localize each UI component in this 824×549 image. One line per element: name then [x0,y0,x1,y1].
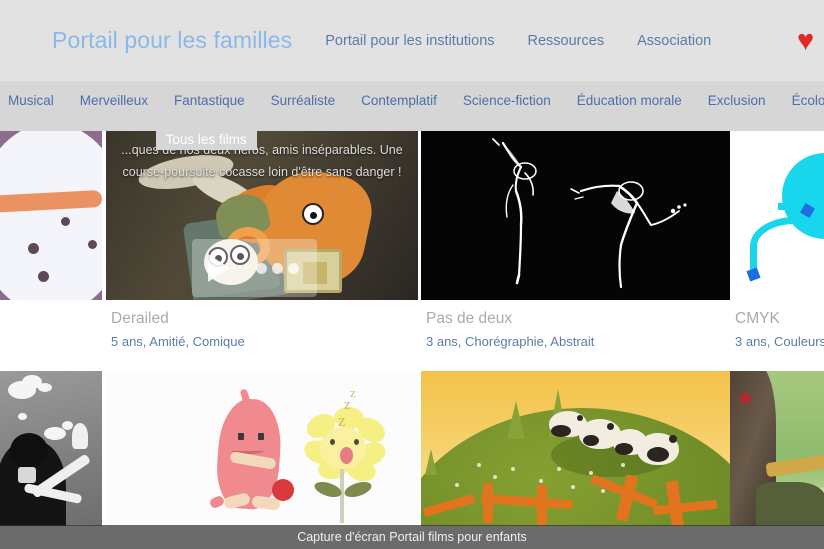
film-grid-row: z z z ★ [0,371,824,549]
film-thumbnail[interactable]: ...ques de nos deux héros, amis insépara… [106,131,418,300]
play-button-overlay[interactable] [192,239,317,297]
tag-musical[interactable]: Musical [8,93,54,108]
tag-tous-les-films[interactable]: Tous les films [155,129,257,150]
black-white-figure-artwork [0,371,102,526]
cyan-character-artwork [730,131,824,300]
film-meta: 5 ans, Amitié, Comique [111,334,245,349]
tag-merveilleux[interactable]: Merveilleux [80,93,148,108]
more-options-icon[interactable] [256,262,299,274]
category-tag-row-1: Musical Merveilleux Fantastique Surréali… [0,81,824,120]
tag-exclusion[interactable]: Exclusion [708,93,766,108]
film-description-overlay: ...ques de nos deux héros, amis insépara… [121,143,403,179]
film-thumbnail[interactable]: ★ [730,371,824,526]
play-icon[interactable] [208,254,230,282]
film-thumbnail[interactable] [0,371,102,526]
tag-surrealiste[interactable]: Surréaliste [271,93,336,108]
film-card-pas-de-deux[interactable]: Pas de deux 3 ans, Chorégraphie, Abstrai… [421,131,730,371]
film-thumbnail[interactable]: z z z [106,371,418,526]
tag-contemplatif[interactable]: Contemplatif [361,93,437,108]
tag-science-fiction[interactable]: Science-fiction [463,93,551,108]
film-title: CMYK [735,310,780,327]
caption-text: Capture d'écran Portail films pour enfan… [297,530,527,544]
film-thumbnail[interactable] [730,131,824,300]
sheep-hill-artwork [421,371,730,526]
green-landscape-star-artwork: ★ [730,371,824,526]
star-icon: ★ [736,387,755,410]
nav-item-ressources[interactable]: Ressources [528,33,605,49]
tag-ecologie[interactable]: Écologie [792,93,824,108]
film-card-pink-character[interactable]: z z z [106,371,418,549]
film-title: Pas de deux [426,310,513,327]
film-card-green-landscape[interactable]: ★ [730,371,824,549]
dancers-silhouette-artwork [421,131,730,300]
site-header: Portail pour les familles Portail pour l… [0,0,824,81]
tag-education-morale[interactable]: Éducation morale [577,93,682,108]
snowman-face-artwork [0,131,102,300]
film-thumbnail[interactable] [0,131,102,300]
film-card-derailed[interactable]: ...ques de nos deux héros, amis insépara… [106,131,418,371]
screenshot-caption-bar: Capture d'écran Portail films pour enfan… [0,525,824,549]
film-title [0,300,102,311]
brand-link-portail-familles[interactable]: Portail pour les familles [52,27,292,54]
film-meta: 3 ans, Couleurs [735,334,824,349]
film-meta: 3 ans, Chorégraphie, Abstrait [426,334,595,349]
film-card-sheep-hill[interactable] [421,371,730,549]
heart-icon: ♥ [797,27,815,57]
film-card-clipped-left[interactable] [0,131,102,371]
nav-item-association[interactable]: Association [637,33,711,49]
film-thumbnail[interactable] [421,131,730,300]
film-grid: ...ques de nos deux héros, amis insépara… [0,131,824,549]
nav-item-portail-institutions[interactable]: Portail pour les institutions [325,33,494,49]
film-thumbnail[interactable] [421,371,730,526]
tag-fantastique[interactable]: Fantastique [174,93,245,108]
film-card-cmyk[interactable]: CMYK 3 ans, Couleurs [730,131,824,371]
film-title: Derailed [111,310,169,327]
favorites-button[interactable]: ♥ [797,27,824,59]
film-card-clipped-left-row2[interactable] [0,371,102,549]
page-root: Portail pour les familles Portail pour l… [0,0,824,549]
film-grid-row: ...ques de nos deux héros, amis insépara… [0,131,824,371]
pink-character-flower-artwork: z z z [106,371,418,526]
main-navigation: Portail pour les institutions Ressources… [325,33,711,49]
film-meta [0,311,102,316]
